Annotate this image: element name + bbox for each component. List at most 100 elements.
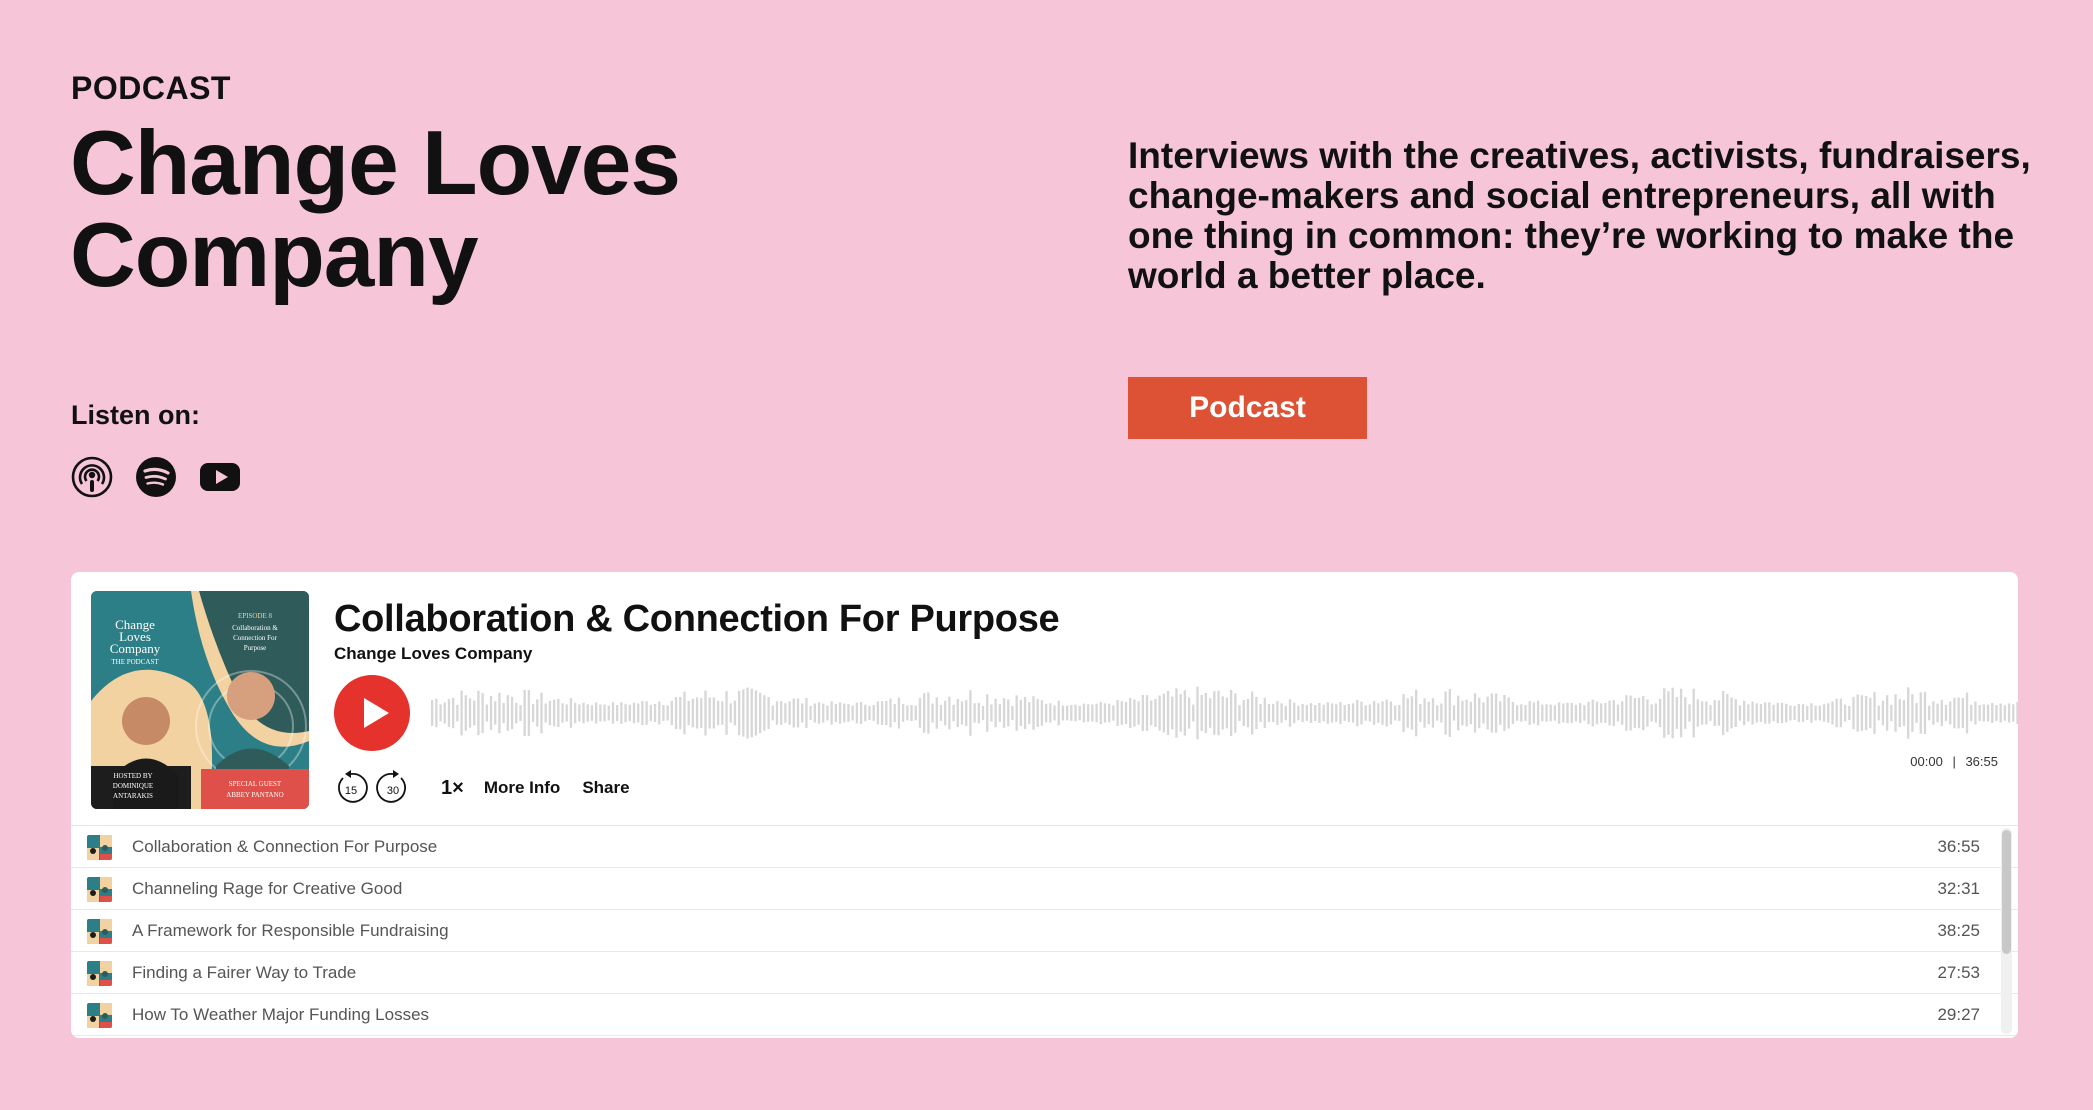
play-button[interactable]	[333, 674, 411, 752]
waveform-bar	[1238, 705, 1241, 721]
waveform-bar	[935, 697, 938, 729]
waveform-bar	[700, 698, 703, 728]
waveform-bar	[826, 705, 829, 721]
episode-list-scrollbar[interactable]	[2001, 828, 2012, 1034]
waveform-bar	[1923, 691, 1927, 735]
youtube-icon[interactable]	[199, 456, 241, 498]
waveform-bar	[1797, 704, 1800, 722]
episode-row[interactable]: Finding a Fairer Way to Trade 27:53	[71, 952, 2018, 994]
waveform-bar	[1978, 705, 1981, 721]
waveform-bar	[1478, 697, 1481, 729]
waveform-bar	[775, 701, 779, 725]
more-info-button[interactable]: More Info	[484, 778, 561, 798]
waveform-bar	[737, 690, 741, 736]
waveform-bar	[1827, 703, 1830, 723]
episode-row[interactable]: Collaboration & Connection For Purpose 3…	[71, 826, 2018, 868]
waveform-bar	[1372, 701, 1376, 725]
episode-row[interactable]: A Framework for Responsible Fundraising …	[71, 910, 2018, 952]
waveform-bar	[729, 703, 732, 723]
waveform-bar	[1040, 700, 1044, 726]
waveform-bar	[641, 700, 644, 726]
waveform-bar	[1831, 701, 1834, 725]
episode-duration: 32:31	[1937, 878, 1980, 898]
waveform-bar	[859, 702, 863, 724]
waveform-bar	[544, 703, 547, 723]
waveform-bar	[557, 698, 560, 728]
waveform-bar	[1759, 704, 1763, 722]
waveform-bar	[822, 703, 825, 723]
waveform-bar	[1070, 705, 1073, 721]
waveform-bar	[1099, 701, 1102, 725]
episode-row[interactable]: How To Weather Major Funding Losses 29:2…	[71, 994, 2018, 1036]
waveform-bar	[801, 703, 804, 723]
waveform-bar	[998, 704, 1002, 722]
waveform-bar	[658, 701, 661, 725]
share-button[interactable]: Share	[582, 778, 629, 798]
page-title: Change Loves Company	[70, 118, 970, 302]
waveform-bar	[674, 696, 678, 730]
skip-forward-icon[interactable]: 30	[375, 770, 411, 806]
waveform-bar	[1221, 696, 1224, 730]
speed-button[interactable]: 1×	[441, 777, 464, 800]
episode-thumbnail	[87, 961, 112, 986]
podcast-button[interactable]: Podcast	[1128, 377, 1367, 439]
waveform-bar	[1642, 695, 1645, 731]
waveform[interactable]	[431, 682, 2018, 744]
waveform-bar	[1082, 703, 1086, 723]
waveform-bar	[1890, 704, 1893, 722]
episode-title: How To Weather Major Funding Losses	[132, 1004, 430, 1024]
waveform-bar	[1356, 699, 1359, 727]
waveform-bar	[1482, 702, 1485, 724]
waveform-bar	[792, 698, 795, 728]
waveform-bar	[695, 697, 699, 729]
waveform-bar	[666, 705, 669, 721]
waveform-bar	[1087, 704, 1090, 722]
waveform-bar	[1532, 702, 1536, 724]
waveform-bar	[927, 692, 930, 734]
waveform-bar	[1524, 705, 1527, 721]
episode-duration: 36:55	[1937, 836, 1980, 856]
waveform-bar	[1764, 702, 1767, 724]
waveform-bar	[1986, 704, 1990, 722]
waveform-bar	[721, 701, 724, 725]
waveform-bar	[1124, 701, 1128, 725]
waveform-bar	[746, 687, 749, 739]
episode-row[interactable]: Channeling Rage for Creative Good 32:31	[71, 868, 2018, 910]
episode-artwork: Change Loves Company THE PODCAST EPISODE…	[91, 591, 309, 809]
waveform-bar	[851, 705, 854, 721]
waveform-bar	[1785, 703, 1788, 723]
waveform-bar	[1162, 693, 1166, 733]
art-show-sub: THE PODCAST	[111, 658, 159, 666]
waveform-bar	[780, 701, 783, 725]
scrollbar-thumb[interactable]	[2002, 830, 2011, 954]
waveform-bar	[645, 701, 648, 725]
waveform-bar	[1595, 701, 1599, 725]
waveform-bar	[1583, 705, 1586, 721]
waveform-bar	[1885, 695, 1889, 731]
waveform-bar	[1007, 699, 1010, 727]
waveform-bar	[1743, 700, 1746, 726]
waveform-bar	[969, 690, 972, 736]
waveform-bar	[586, 704, 589, 722]
episode-thumbnail	[87, 835, 112, 860]
waveform-bar	[1818, 705, 1822, 721]
waveform-bar	[502, 702, 505, 724]
waveform-bar	[1911, 694, 1914, 732]
waveform-bar	[1015, 695, 1018, 731]
waveform-bar	[1789, 705, 1792, 721]
waveform-bar	[864, 704, 867, 722]
waveform-bar	[1654, 703, 1658, 723]
waveform-bar	[880, 701, 884, 725]
waveform-bar	[578, 704, 581, 722]
waveform-bar	[1579, 703, 1582, 723]
waveform-bar	[1616, 704, 1620, 722]
spotify-icon[interactable]	[135, 456, 177, 498]
waveform-bar	[910, 704, 913, 722]
podcast-icon[interactable]	[71, 456, 113, 498]
waveform-bar	[447, 699, 451, 727]
skip-back-icon[interactable]: 15	[333, 770, 369, 806]
waveform-bar	[1276, 701, 1279, 725]
waveform-bar	[1108, 703, 1111, 723]
waveform-bar	[628, 704, 631, 722]
waveform-bar	[956, 698, 959, 728]
